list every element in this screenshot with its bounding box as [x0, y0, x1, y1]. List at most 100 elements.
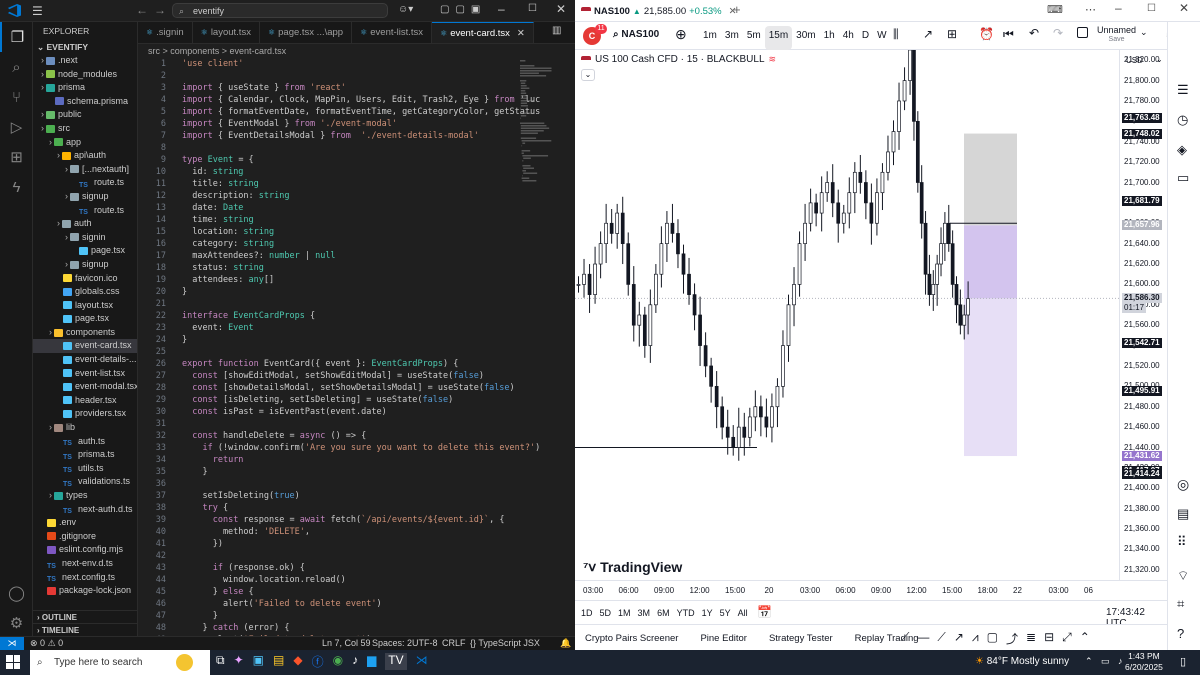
bottom-tab[interactable]: Strategy Tester — [769, 633, 833, 644]
forward-arrow-icon[interactable]: → — [154, 3, 166, 17]
source-control-icon[interactable]: ⑂ — [0, 82, 33, 112]
candlestick-chart[interactable] — [575, 50, 1119, 580]
tree-file[interactable]: TS prisma.ts — [33, 448, 137, 462]
keyboard-icon[interactable]: ⌨ — [1047, 3, 1063, 16]
tree-file[interactable]: event-card.tsx — [33, 339, 137, 354]
tree-file[interactable]: page.tsx — [33, 312, 137, 326]
redo-icon[interactable]: ↷ — [1053, 26, 1063, 40]
tree-file[interactable]: layout.tsx — [33, 299, 137, 313]
tiktok-icon[interactable]: ♪ — [352, 653, 358, 670]
date-range-icon[interactable]: 📅 — [757, 605, 772, 619]
brush-icon[interactable]: ↗ — [954, 630, 964, 647]
weather-widget[interactable]: ☀ 84°F Mostly sunny — [975, 656, 1069, 667]
chart-pane[interactable]: US 100 Cash CFD · 15 · BLACKBULL ≋ ⌄ ⁷𝗏 … — [575, 50, 1119, 580]
chart-legend[interactable]: US 100 Cash CFD · 15 · BLACKBULL ≋ — [581, 54, 777, 65]
tree-file[interactable]: TS utils.ts — [33, 462, 137, 476]
new-tab-icon[interactable]: + — [733, 2, 741, 17]
range-button[interactable]: All — [738, 608, 748, 618]
tree-folder[interactable]: › lib — [33, 421, 137, 435]
clock[interactable]: 1:43 PM 6/20/2025 — [1125, 651, 1163, 673]
tree-file[interactable]: TS route.ts — [33, 176, 137, 190]
tree-file[interactable]: TS auth.ts — [33, 435, 137, 449]
position-zone-target2[interactable] — [964, 298, 1017, 457]
alerts-clock-icon[interactable]: ◷ — [1177, 112, 1188, 128]
tree-folder[interactable]: › src — [33, 122, 137, 136]
range-button[interactable]: 1Y — [702, 608, 713, 618]
tree-folder[interactable]: › api\auth — [33, 149, 137, 163]
interval-button[interactable]: 15m — [764, 26, 793, 50]
tree-file[interactable]: globals.css — [33, 285, 137, 299]
explorer-icon[interactable]: ❐ — [0, 22, 33, 52]
cursor-position[interactable]: Ln 7, Col 59 — [322, 638, 371, 648]
breadcrumb[interactable]: src > components > event-card.tsx — [138, 44, 575, 58]
price-axis[interactable]: USD ⌄ 21,820.0021,800.0021,780.0021,760.… — [1119, 50, 1167, 580]
brave-icon[interactable]: ◆ — [293, 653, 302, 670]
tree-folder[interactable]: › node_modules — [33, 68, 137, 82]
remote-indicator[interactable]: ⋊ — [0, 637, 24, 650]
tree-file[interactable]: event-list.tsx — [33, 367, 137, 381]
search-icon[interactable]: ⌕ — [0, 52, 33, 82]
facebook-icon[interactable]: ⓕ — [312, 653, 324, 670]
tree-file[interactable]: schema.prisma — [33, 95, 137, 109]
tree-folder[interactable]: › public — [33, 108, 137, 122]
editor-tab[interactable]: ⚛ page.tsx ...\app — [260, 22, 353, 43]
tree-file[interactable]: TS next.config.ts — [33, 571, 137, 585]
tree-file[interactable]: TS next-auth.d.ts — [33, 503, 137, 517]
arrow-icon[interactable]: ⤢ — [1062, 630, 1072, 647]
layout-name[interactable]: Unnamed Save — [1097, 25, 1136, 45]
tree-file[interactable]: event-modal.tsx — [33, 380, 137, 394]
tree-folder[interactable]: › app — [33, 136, 137, 150]
browser-tab[interactable]: NAS100 ▲ 21,585.00 +0.53% ✕ — [581, 3, 737, 19]
collapse-tools-icon[interactable]: ⌃ — [1080, 630, 1090, 647]
taskbar-search[interactable]: ⌕ Type here to search — [30, 650, 210, 675]
pattern-icon[interactable]: ⩘ — [972, 630, 979, 647]
interval-button[interactable]: 5m — [743, 22, 765, 50]
trendline-icon[interactable]: ⟋ — [901, 630, 909, 647]
interval-button[interactable]: 30m — [792, 22, 819, 50]
tree-file[interactable]: package-lock.json — [33, 584, 137, 598]
start-button-icon[interactable] — [6, 655, 20, 669]
scan-icon[interactable]: ⌗ — [1177, 596, 1184, 612]
range-button[interactable]: 6M — [657, 608, 670, 618]
tree-folder[interactable]: › [...nextauth] — [33, 163, 137, 177]
interval-button[interactable]: W — [873, 22, 890, 50]
tree-folder[interactable]: › .next — [33, 54, 137, 68]
encoding[interactable]: UTF-8 — [412, 638, 438, 648]
apps-grid-icon[interactable]: ⠿ — [1177, 534, 1187, 550]
extensions-icon[interactable]: ⊞ — [0, 142, 33, 172]
outline-section[interactable]: › OUTLINE — [33, 610, 137, 623]
tradingview-app-icon[interactable]: TV — [385, 653, 407, 670]
action-center-icon[interactable]: ▯ — [1180, 655, 1186, 668]
line-ending[interactable]: CRLF — [442, 638, 466, 648]
minimap[interactable] — [518, 58, 566, 248]
window-menu-icon[interactable]: ⋯ — [1085, 3, 1096, 16]
measure-icon[interactable]: ⊟ — [1044, 630, 1054, 647]
problems-indicator[interactable]: ⊗ 0 ⚠ 0 — [30, 638, 63, 649]
tree-folder[interactable]: › components — [33, 326, 137, 340]
tree-folder[interactable]: › auth — [33, 217, 137, 231]
tree-file[interactable]: TS route.ts — [33, 204, 137, 218]
indicators-icon[interactable]: ↗ — [923, 27, 933, 41]
time-axis[interactable]: 03:00 06:00 09:00 12:00 15:00 20 03:00 06:00 09:… — [575, 580, 1167, 600]
timeline-section[interactable]: › TIMELINE — [33, 623, 137, 636]
bottom-tab[interactable]: Pine Editor — [700, 633, 746, 644]
tree-file[interactable]: providers.tsx — [33, 407, 137, 421]
twitter-icon[interactable]: ▆ — [367, 653, 376, 670]
interval-button[interactable]: D — [858, 22, 873, 50]
copilot-icon[interactable]: ☺▾ — [398, 4, 413, 15]
editor-tab[interactable]: ⚛ .signin — [138, 22, 193, 43]
tree-folder[interactable]: › types — [33, 489, 137, 503]
store-icon[interactable]: ▣ — [253, 653, 264, 670]
close-icon[interactable]: ✕ — [556, 2, 566, 16]
indentation[interactable]: Spaces: 2 — [372, 638, 412, 648]
range-button[interactable]: 1M — [618, 608, 631, 618]
collapse-legend-icon[interactable]: ⌄ — [581, 69, 595, 81]
tree-file[interactable]: .gitignore — [33, 530, 137, 544]
layout-icons[interactable]: ▢▢▣ — [440, 4, 486, 15]
fib-icon[interactable]: ≣ — [1026, 630, 1036, 647]
editor-tab[interactable]: ⚛ event-list.tsx — [352, 22, 433, 43]
templates-icon[interactable]: ⊞ — [947, 27, 957, 41]
tray-icons[interactable]: ⌃ ▭ ♪ — [1085, 656, 1126, 667]
range-button[interactable]: 5D — [600, 608, 612, 618]
hotlist-icon[interactable]: ▤ — [1177, 506, 1189, 522]
